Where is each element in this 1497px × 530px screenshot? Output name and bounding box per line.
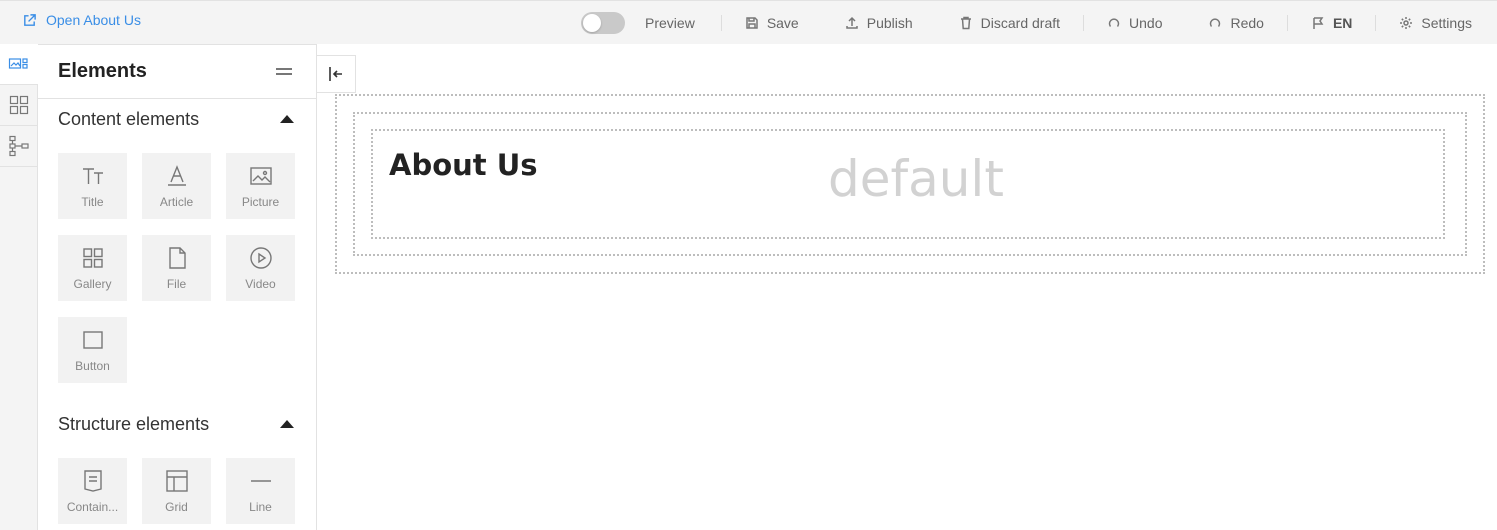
tile-label: File [166, 277, 187, 291]
tile-label: Gallery [73, 277, 112, 291]
tile-label: Grid [165, 500, 188, 514]
container-icon [83, 470, 102, 492]
structure-elements-section-toggle[interactable]: Structure elements [38, 405, 316, 443]
tile-label: Video [245, 277, 276, 291]
collapse-left-icon [329, 67, 342, 81]
redo-label: Redo [1230, 15, 1264, 31]
external-link-icon [24, 13, 36, 26]
save-icon [746, 17, 758, 29]
content-elements-grid: Title Article Picture Gallery File Video… [38, 138, 316, 405]
rail-layout-button[interactable] [0, 85, 38, 126]
file-icon [168, 247, 186, 269]
settings-button[interactable]: Settings [1376, 13, 1497, 33]
flag-icon [1313, 17, 1324, 29]
preview-switch[interactable] [581, 12, 626, 34]
tree-structure-icon [9, 135, 29, 157]
upload-icon [845, 16, 858, 29]
settings-label: Settings [1421, 15, 1472, 31]
element-tile-video[interactable]: Video [226, 235, 295, 301]
element-tile-title[interactable]: Title [58, 153, 127, 219]
tile-label: Article [159, 195, 194, 209]
open-page-link[interactable]: Open About Us [22, 12, 141, 28]
language-selector[interactable]: EN [1288, 13, 1375, 33]
structure-elements-grid: Contain... Grid Line [38, 443, 316, 530]
picture-icon [249, 167, 272, 185]
left-icon-rail [0, 44, 38, 530]
content-elements-section-label: Content elements [58, 108, 200, 129]
structure-elements-section-label: Structure elements [58, 413, 210, 434]
publish-button[interactable]: Publish [822, 13, 936, 33]
page-heading[interactable]: About Us [389, 148, 538, 182]
button-icon [82, 331, 103, 349]
save-label: Save [766, 15, 799, 31]
element-tile-line[interactable]: Line [226, 458, 295, 524]
publish-label: Publish [866, 15, 913, 31]
gear-icon [1400, 17, 1413, 29]
elements-panel-header: Elements [38, 45, 316, 99]
element-tile-button[interactable]: Button [58, 317, 127, 383]
element-tile-file[interactable]: File [142, 235, 211, 301]
collapse-panel-button[interactable] [317, 55, 356, 93]
top-toolbar: Open About Us Preview Save Publish Disca… [0, 0, 1497, 44]
element-tile-picture[interactable]: Picture [226, 153, 295, 219]
grid-icon [165, 470, 188, 492]
element-tile-grid[interactable]: Grid [142, 458, 211, 524]
undo-label: Undo [1129, 15, 1163, 31]
layout-grid-icon [9, 95, 29, 115]
redo-icon [1210, 18, 1221, 27]
discard-draft-button[interactable]: Discard draft [936, 13, 1083, 33]
element-tile-gallery[interactable]: Gallery [58, 235, 127, 301]
article-icon [167, 165, 186, 186]
tile-label: Title [81, 195, 104, 209]
video-icon [249, 247, 272, 269]
tile-label: Button [75, 359, 110, 373]
redo-button[interactable]: Redo [1185, 13, 1286, 33]
rail-structure-button[interactable] [0, 126, 38, 167]
title-icon [82, 168, 103, 184]
gallery-icon [82, 248, 103, 268]
preview-toggle[interactable]: Preview [558, 12, 721, 34]
preview-label: Preview [645, 15, 695, 31]
action-toolbar: Preview Save Publish Discard draft Undo … [558, 1, 1497, 45]
tile-label: Contain... [66, 500, 119, 514]
elements-panel: Elements Content elements Title Article … [38, 44, 317, 530]
element-tile-article[interactable]: Article [142, 153, 211, 219]
undo-button[interactable]: Undo [1084, 13, 1185, 33]
discard-draft-label: Discard draft [980, 15, 1061, 31]
trash-icon [960, 16, 971, 30]
tile-label: Picture [241, 195, 280, 209]
content-elements-section-toggle[interactable]: Content elements [38, 100, 316, 138]
tile-label: Line [249, 500, 272, 514]
collapse-arrow-icon [280, 420, 294, 428]
collapse-arrow-icon [280, 115, 294, 123]
elements-icon [8, 58, 28, 69]
undo-icon [1108, 18, 1120, 27]
open-page-link-label: Open About Us [46, 12, 141, 28]
rail-elements-button[interactable] [0, 44, 38, 85]
panel-title: Elements [58, 60, 147, 82]
language-code: EN [1332, 15, 1353, 31]
default-placeholder-text: default [828, 150, 1004, 208]
menu-icon[interactable] [276, 67, 292, 77]
element-tile-container[interactable]: Contain... [58, 458, 127, 524]
save-button[interactable]: Save [722, 13, 822, 33]
line-icon [250, 480, 271, 482]
